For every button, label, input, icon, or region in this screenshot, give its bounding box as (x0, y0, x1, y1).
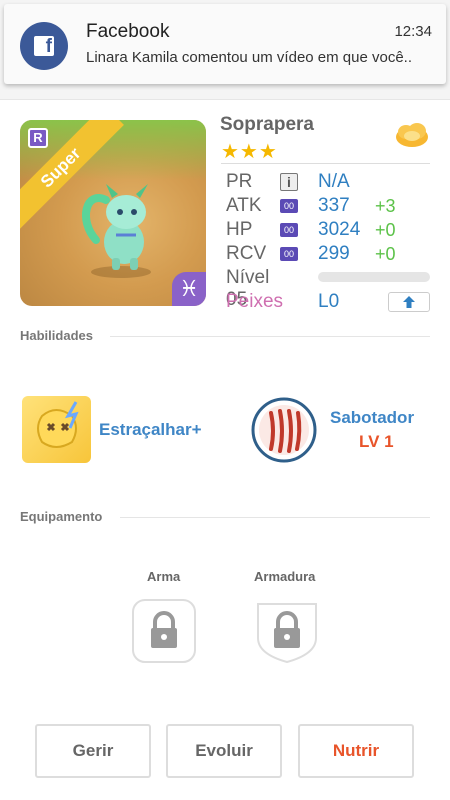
star-rating: ★★★ (221, 141, 278, 163)
equipment-section-divider (120, 517, 430, 518)
stat-atk-bonus: +3 (375, 196, 396, 216)
claw-marks-icon[interactable] (251, 397, 317, 463)
monster-card-art[interactable]: Super R ♓ (20, 120, 206, 306)
notification-banner[interactable]: f Facebook 12:34 Linara Kamila comentou … (4, 4, 446, 84)
equipment-section-title: Equipamento (20, 509, 103, 524)
notification-message: Linara Kamila comentou um vídeo em que v… (86, 49, 413, 66)
hp-level-badge: 00 (280, 223, 298, 237)
stat-atk-value: 337 (318, 195, 350, 216)
rcv-level-badge: 00 (280, 247, 298, 261)
cloud-icon (396, 123, 428, 147)
fish-upgrade-button[interactable] (388, 292, 430, 312)
evolve-button[interactable]: Evoluir (166, 724, 282, 778)
armor-slot[interactable] (254, 598, 320, 664)
rarity-badge: R (28, 128, 48, 148)
stat-pr-value: N/A (318, 171, 350, 192)
stat-hp-value: 3024 (318, 219, 361, 240)
manage-button[interactable]: Gerir (35, 724, 151, 778)
notification-time: 12:34 (394, 23, 432, 40)
pisces-icon: ♓ (172, 272, 206, 306)
skill-level-sabotador: LV 1 (359, 432, 394, 451)
skill-name-estracalhar[interactable]: Estraçalhar+ (99, 420, 202, 440)
upgrade-arrow-icon (403, 296, 415, 308)
dizzy-face-skill-icon[interactable] (22, 396, 91, 463)
level-progress-bar (318, 272, 430, 282)
info-icon[interactable]: i (280, 173, 298, 191)
stat-rcv-value: 299 (318, 243, 350, 264)
creature-illustration (82, 184, 151, 278)
atk-level-badge: 00 (280, 199, 298, 213)
facebook-icon: f (20, 22, 68, 70)
stat-hp-bonus: +0 (375, 220, 396, 240)
stats-divider (221, 163, 430, 164)
weapon-slot[interactable] (131, 598, 197, 664)
skill-name-sabotador[interactable]: Sabotador (330, 408, 414, 428)
weapon-label: Arma (147, 569, 181, 584)
skills-section-title: Habilidades (20, 328, 93, 343)
feed-button[interactable]: Nutrir (298, 724, 414, 778)
monster-name: Soprapera (220, 114, 314, 135)
skills-section-divider (110, 336, 430, 337)
stat-rcv-bonus: +0 (375, 244, 396, 264)
armor-label: Armadura (254, 569, 316, 584)
notification-app-name: Facebook (86, 21, 170, 42)
fish-value: L0 (318, 291, 340, 312)
